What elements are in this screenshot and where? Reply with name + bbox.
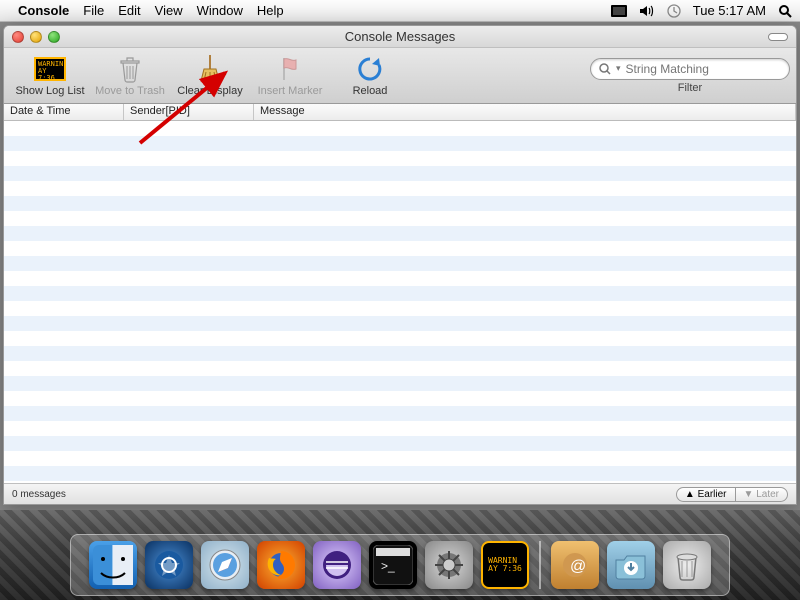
column-headers: Date & Time Sender[PID] Message — [4, 104, 796, 121]
dock-separator — [539, 541, 541, 589]
show-log-list-button[interactable]: WARNINAY 7:36 Show Log List — [10, 55, 90, 97]
app-name[interactable]: Console — [18, 3, 69, 18]
dock: >_ WARNINAY 7:36 @ — [70, 534, 730, 596]
reload-button[interactable]: Reload — [330, 55, 410, 97]
trash-icon — [114, 55, 146, 83]
dock-terminal[interactable]: >_ — [369, 541, 417, 589]
status-bar: 0 messages ▲ Earlier ▼ Later — [4, 483, 796, 505]
display-icon[interactable] — [611, 5, 627, 17]
menu-view[interactable]: View — [155, 3, 183, 18]
search-input[interactable] — [626, 62, 781, 76]
broom-icon — [194, 55, 226, 83]
toolbar-toggle-button[interactable] — [768, 33, 788, 41]
flag-icon — [274, 55, 306, 83]
move-to-trash-button[interactable]: Move to Trash — [90, 55, 170, 97]
menubar: Console File Edit View Window Help Tue 5… — [0, 0, 800, 22]
filter-label: Filter — [678, 82, 702, 94]
menu-edit[interactable]: Edit — [118, 3, 140, 18]
message-count: 0 messages — [12, 489, 66, 500]
insert-marker-button[interactable]: Insert Marker — [250, 55, 330, 97]
col-date-time[interactable]: Date & Time — [4, 104, 124, 120]
menu-window[interactable]: Window — [197, 3, 243, 18]
dock-firefox[interactable] — [257, 541, 305, 589]
dock-trash[interactable] — [663, 541, 711, 589]
dock-console[interactable]: WARNINAY 7:36 — [481, 541, 529, 589]
svg-text:@: @ — [570, 558, 586, 575]
dock-mail-stack[interactable]: @ — [551, 541, 599, 589]
search-icon — [599, 63, 611, 75]
warning-log-icon: WARNINAY 7:36 — [34, 57, 66, 81]
window-title: Console Messages — [4, 29, 796, 44]
dock-safari[interactable] — [201, 541, 249, 589]
dock-downloads[interactable] — [607, 541, 655, 589]
col-message[interactable]: Message — [254, 104, 796, 120]
svg-text:>_: >_ — [381, 559, 395, 573]
dock-system-preferences[interactable] — [425, 541, 473, 589]
reload-icon — [354, 55, 386, 83]
console-window: Console Messages WARNINAY 7:36 Show Log … — [3, 25, 797, 505]
menubar-clock[interactable]: Tue 5:17 AM — [693, 3, 766, 18]
titlebar[interactable]: Console Messages — [4, 26, 796, 48]
later-button[interactable]: ▼ Later — [735, 487, 788, 502]
desktop-background: >_ WARNINAY 7:36 @ — [0, 510, 800, 600]
spotlight-icon[interactable] — [778, 4, 792, 18]
filter-search-field[interactable]: ▾ — [590, 58, 790, 80]
toolbar: WARNINAY 7:36 Show Log List Move to Tras… — [4, 48, 796, 104]
volume-icon[interactable] — [639, 5, 655, 17]
dropdown-icon: ▾ — [616, 63, 621, 74]
dock-eclipse[interactable] — [313, 541, 361, 589]
clear-display-button[interactable]: Clear Display — [170, 55, 250, 97]
menu-help[interactable]: Help — [257, 3, 284, 18]
message-list[interactable] — [4, 121, 796, 483]
col-sender-pid[interactable]: Sender[PID] — [124, 104, 254, 120]
earlier-button[interactable]: ▲ Earlier — [676, 487, 735, 502]
dock-app-store[interactable] — [145, 541, 193, 589]
timemachine-icon[interactable] — [667, 4, 681, 18]
menu-file[interactable]: File — [83, 3, 104, 18]
dock-finder[interactable] — [89, 541, 137, 589]
